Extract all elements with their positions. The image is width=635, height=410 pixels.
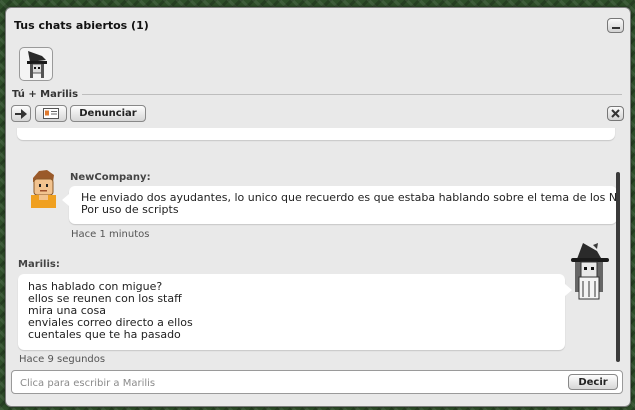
scrollbar-thumb[interactable] xyxy=(616,172,620,362)
marilis-avatar xyxy=(571,243,609,300)
minimize-button[interactable] xyxy=(607,18,624,33)
report-button[interactable]: Denunciar xyxy=(70,105,146,122)
message-bubble: He enviado dos ayudantes, lo unico que r… xyxy=(62,186,616,224)
message-line: ellos se reunen con los staff xyxy=(28,292,182,305)
close-chat-button[interactable] xyxy=(607,106,624,121)
newcompany-avatar xyxy=(31,170,56,208)
previous-message-bubble xyxy=(17,128,615,140)
arrow-right-icon xyxy=(15,108,27,119)
message-composer: Decir xyxy=(11,370,623,394)
message-feed[interactable]: NewCompany: He enviado dos ayudantes, lo… xyxy=(11,128,616,367)
message-line: cuentales que te ha pasado xyxy=(28,328,181,341)
conversation-participants: Tú + Marilis xyxy=(12,89,79,100)
close-icon xyxy=(611,109,620,118)
send-button[interactable]: Decir xyxy=(568,374,618,390)
profile-card-icon xyxy=(43,108,59,119)
message-sender: NewCompany: xyxy=(70,172,151,183)
chat-window: Tus chats abiertos (1) Tú + Marilis Denu xyxy=(5,7,631,407)
witch-avatar-icon xyxy=(27,51,47,78)
message-input[interactable] xyxy=(18,374,562,392)
arrow-button[interactable] xyxy=(11,105,31,122)
window-title: Tus chats abiertos (1) xyxy=(14,19,149,32)
message-timestamp: Hace 1 minutos xyxy=(71,229,150,240)
feed-scrollbar[interactable] xyxy=(616,128,622,367)
profile-button[interactable] xyxy=(35,105,67,122)
divider xyxy=(82,94,622,95)
chat-tab-marilis[interactable] xyxy=(19,47,53,81)
message-sender: Marilis: xyxy=(18,259,60,270)
minimize-icon xyxy=(611,27,620,29)
message-bubble: has hablado con migue? ellos se reunen c… xyxy=(18,274,572,350)
message-line: Por uso de scripts xyxy=(81,203,179,216)
message-timestamp: Hace 9 segundos xyxy=(19,354,106,365)
